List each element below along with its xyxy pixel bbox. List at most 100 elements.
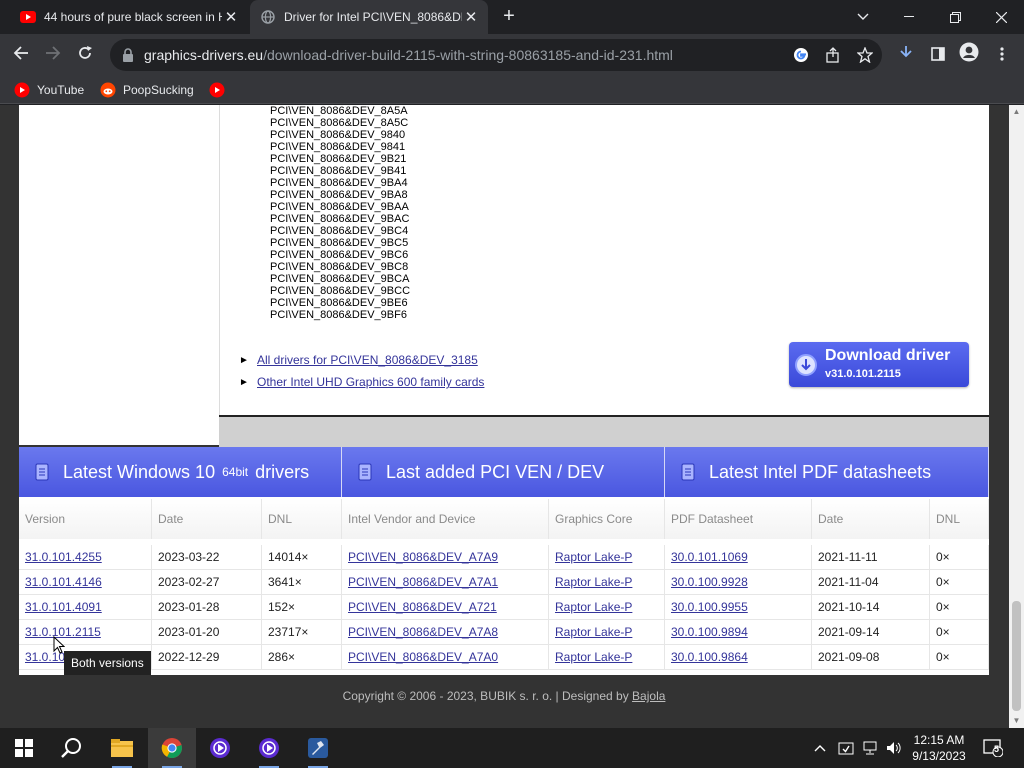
start-button-icon[interactable]: [0, 728, 48, 768]
bookmark-label: PoopSucking: [123, 83, 194, 97]
tab-search-icon[interactable]: [840, 0, 886, 34]
media-app-icon[interactable]: [196, 728, 244, 768]
device-id-item: PCI\VEN_8086&DEV_9BA8: [270, 189, 408, 201]
table-cell: 152×: [262, 595, 342, 620]
scroll-thumb[interactable]: [1012, 601, 1021, 711]
table-link[interactable]: PCI\VEN_8086&DEV_A7A1: [348, 575, 498, 589]
page-footer: Copyright © 2006 - 2023, BUBIK s. r. o. …: [19, 689, 989, 703]
notification-center-icon[interactable]: 5: [982, 728, 1004, 768]
table-link[interactable]: PCI\VEN_8086&DEV_A7A0: [348, 650, 498, 664]
table-link[interactable]: Raptor Lake-P: [555, 575, 632, 589]
page-scrollbar[interactable]: ▲ ▼: [1009, 105, 1024, 728]
table-link[interactable]: PCI\VEN_8086&DEV_A7A8: [348, 625, 498, 639]
bookmark-star-icon[interactable]: [856, 46, 874, 65]
file-explorer-icon[interactable]: [98, 728, 146, 768]
forward-icon[interactable]: [40, 42, 66, 68]
scroll-up-icon[interactable]: ▲: [1009, 105, 1024, 119]
search-icon[interactable]: [48, 728, 96, 768]
table-link[interactable]: PCI\VEN_8086&DEV_A7A9: [348, 550, 498, 564]
panel-title: Last added PCI VEN / DEV: [386, 461, 605, 482]
table-link[interactable]: 30.0.100.9928: [671, 575, 748, 589]
tab-driver-page[interactable]: Driver for Intel PCI\VEN_8086&DEV_3185 ✕: [250, 0, 488, 34]
table-cell: 0×: [930, 620, 989, 645]
media-app-icon-2[interactable]: [245, 728, 293, 768]
table-link[interactable]: 30.0.100.9955: [671, 600, 748, 614]
back-icon[interactable]: [8, 42, 34, 68]
restore-icon[interactable]: [932, 0, 978, 34]
bottom-panels: Latest Windows 10 64bit drivers Last add…: [19, 447, 989, 675]
close-window-icon[interactable]: [978, 0, 1024, 34]
new-tab-button[interactable]: +: [498, 5, 520, 27]
table-link[interactable]: 31.0.101.4146: [25, 575, 102, 589]
address-bar[interactable]: graphics-drivers.eu/download-driver-buil…: [110, 39, 882, 71]
table-link[interactable]: PCI\VEN_8086&DEV_A721: [348, 600, 497, 614]
show-hidden-icons[interactable]: [814, 728, 826, 768]
globe-icon: [260, 9, 276, 25]
panel-header: Latest Windows 10 64bit drivers: [19, 447, 342, 497]
tools-app-icon[interactable]: [294, 728, 342, 768]
table-link[interactable]: Raptor Lake-P: [555, 650, 632, 664]
clock-date: 9/13/2023: [912, 749, 966, 763]
security-icon[interactable]: [838, 728, 854, 768]
network-icon[interactable]: [862, 728, 878, 768]
youtube-icon: [209, 82, 225, 98]
document-icon: [358, 463, 372, 481]
side-panel-icon[interactable]: [925, 42, 951, 68]
table-cell: 30.0.101.1069: [665, 545, 812, 570]
scroll-down-icon[interactable]: ▼: [1009, 714, 1024, 728]
panel-title-bits: 64bit: [222, 465, 249, 479]
left-column: [19, 105, 219, 445]
close-tab-icon[interactable]: ✕: [462, 8, 480, 26]
google-icon[interactable]: [792, 47, 810, 65]
downloads-icon[interactable]: [893, 42, 919, 68]
minimize-icon[interactable]: [886, 0, 932, 34]
reload-icon[interactable]: [72, 42, 98, 68]
driver-content: PCI\VEN_8086&DEV_8A5A PCI\VEN_8086&DEV_8A…: [19, 105, 989, 447]
table-cell: 2023-01-28: [152, 595, 262, 620]
panel-title: Latest Windows 10: [63, 461, 216, 482]
table-link[interactable]: Raptor Lake-P: [555, 600, 632, 614]
table-link[interactable]: 31.0.101.4255: [25, 550, 102, 564]
device-id-item: PCI\VEN_8086&DEV_9841: [270, 141, 406, 153]
other-cards-link[interactable]: Other Intel UHD Graphics 600 family card…: [257, 375, 484, 389]
device-id-item: PCI\VEN_8086&DEV_9BC6: [270, 249, 409, 261]
windows-taskbar: 12:15 AM 9/13/2023 5: [0, 728, 1024, 768]
share-icon[interactable]: [824, 47, 842, 65]
browser-toolbar: graphics-drivers.eu/download-driver-buil…: [0, 34, 1024, 76]
bookmark-youtube[interactable]: YouTube: [14, 81, 84, 99]
table-cell: 0×: [930, 570, 989, 595]
table-link[interactable]: 30.0.100.9894: [671, 625, 748, 639]
table-link[interactable]: 31.0.101.4091: [25, 600, 102, 614]
download-version: v31.0.101.2115: [825, 368, 901, 380]
table-cell: 30.0.100.9894: [665, 620, 812, 645]
table-cell: 14014×: [262, 545, 342, 570]
profile-avatar-icon[interactable]: [956, 42, 982, 68]
download-arrow-icon: [795, 354, 817, 376]
bookmark-reddit[interactable]: PoopSucking: [100, 81, 194, 99]
chrome-icon[interactable]: [148, 728, 196, 768]
tab-youtube[interactable]: 44 hours of pure black screen in HD ✕: [8, 0, 248, 34]
all-drivers-link[interactable]: All drivers for PCI\VEN_8086&DEV_3185: [257, 353, 478, 367]
device-id-item: PCI\VEN_8086&DEV_9BE6: [270, 297, 408, 309]
tooltip: Both versions: [64, 651, 151, 675]
menu-icon[interactable]: [989, 42, 1015, 68]
system-clock[interactable]: 12:15 AM 9/13/2023: [906, 732, 972, 764]
table-link[interactable]: Raptor Lake-P: [555, 550, 632, 564]
table-cell: Raptor Lake-P: [549, 620, 665, 645]
download-driver-button[interactable]: Download driver v31.0.101.2115: [789, 342, 969, 387]
list-item: ► All drivers for PCI\VEN_8086&DEV_3185: [239, 349, 484, 371]
device-id-item: PCI\VEN_8086&DEV_9BAC: [270, 213, 410, 225]
table-cell: 31.0.101.4146: [19, 570, 152, 595]
table-cell: 2023-02-27: [152, 570, 262, 595]
close-tab-icon[interactable]: ✕: [222, 8, 240, 26]
table-link[interactable]: 30.0.100.9864: [671, 650, 748, 664]
url-host: graphics-drivers.eu: [144, 47, 264, 63]
table-link[interactable]: Raptor Lake-P: [555, 625, 632, 639]
table-link[interactable]: 30.0.101.1069: [671, 550, 748, 564]
bookmark-youtube-2[interactable]: [209, 81, 232, 99]
table-cell: 2022-12-29: [152, 645, 262, 670]
bookmark-label: YouTube: [37, 83, 85, 97]
table-cell: PCI\VEN_8086&DEV_A7A1: [342, 570, 549, 595]
designer-link[interactable]: Bajola: [632, 689, 665, 703]
volume-icon[interactable]: [886, 728, 902, 768]
